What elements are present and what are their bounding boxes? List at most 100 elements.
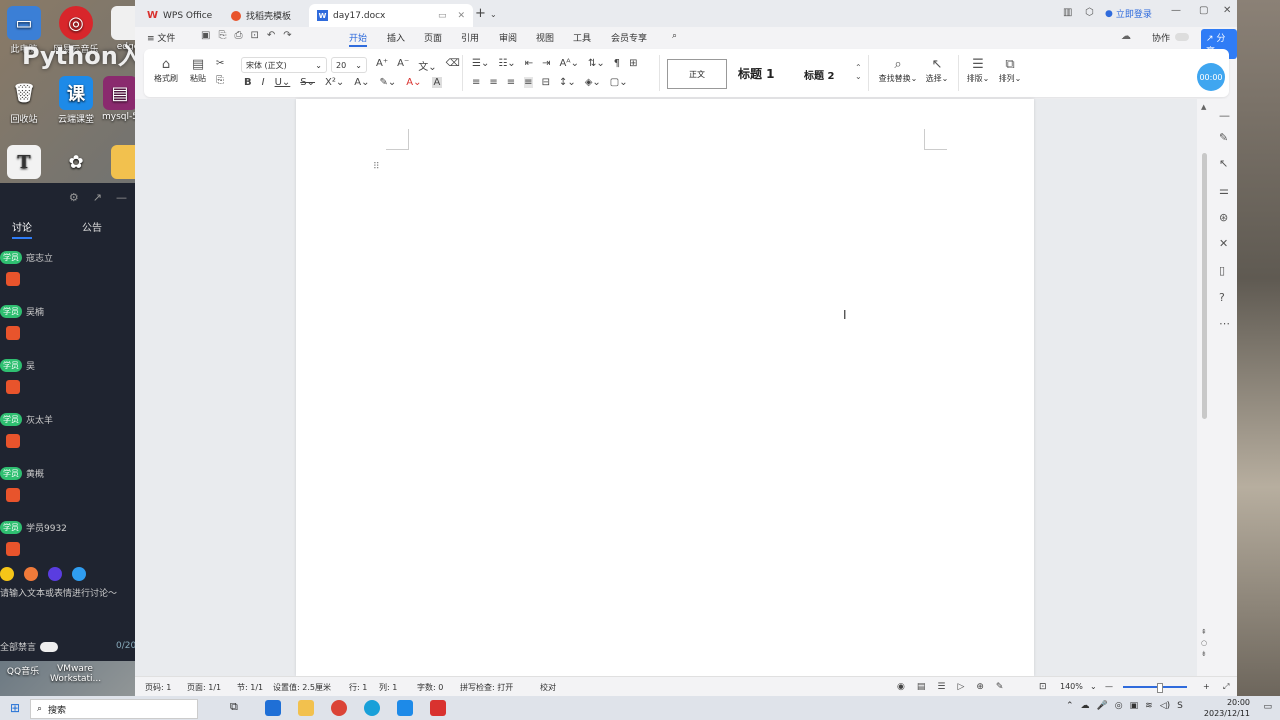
menu-page[interactable]: 页面 bbox=[424, 31, 442, 44]
tab-notice[interactable]: 公告 bbox=[82, 219, 102, 239]
edge-icon[interactable] bbox=[364, 700, 380, 716]
bolt-icon[interactable] bbox=[48, 567, 62, 581]
page-view-icon[interactable]: ▤ bbox=[917, 682, 926, 692]
desktop-icon-typora[interactable]: T bbox=[0, 145, 50, 181]
numbered-list-icon[interactable]: ☷⌄ bbox=[498, 58, 515, 69]
play-icon[interactable]: ▷ bbox=[957, 682, 964, 692]
tab-document[interactable]: W day17.docx ▭ ✕ bbox=[309, 4, 473, 27]
styles-more-icon[interactable]: ⌃ ⌄ bbox=[855, 63, 862, 81]
drag-handle-icon[interactable]: ⠿ bbox=[373, 162, 380, 172]
layout-icon[interactable]: ▥ bbox=[1063, 7, 1072, 18]
cut-icon[interactable]: ✂ bbox=[216, 58, 224, 69]
fit-icon[interactable]: ⊡ bbox=[1039, 682, 1047, 692]
select-button[interactable]: ↖ 选择⌄ bbox=[922, 57, 952, 84]
font-size-select[interactable]: 20 ⌄ bbox=[331, 57, 367, 73]
style-normal[interactable]: 正文 bbox=[667, 59, 727, 89]
file-explorer-icon[interactable] bbox=[298, 700, 314, 716]
phonetic-icon[interactable]: 文⌄ bbox=[418, 58, 436, 73]
document-page[interactable]: ⠿ I bbox=[296, 99, 1034, 676]
menu-references[interactable]: 引用 bbox=[461, 31, 479, 44]
underline-icon[interactable]: U⌄ bbox=[275, 77, 291, 88]
desktop-icon-qqmusic[interactable]: QQ音乐 bbox=[0, 664, 46, 677]
shading-icon[interactable]: ◈⌄ bbox=[585, 77, 601, 88]
taskbar-search[interactable]: ⌕ 搜索 bbox=[30, 699, 198, 719]
login-button[interactable]: ● 立即登录 bbox=[1105, 7, 1152, 21]
outline-view-icon[interactable]: ☰ bbox=[937, 682, 945, 692]
minimize-window-icon[interactable]: — bbox=[1171, 5, 1181, 16]
cube-icon[interactable]: ⬡ bbox=[1085, 7, 1094, 18]
menu-review[interactable]: 审阅 bbox=[499, 31, 517, 44]
print-icon[interactable]: ⎙ bbox=[234, 30, 242, 41]
bold-icon[interactable]: B bbox=[244, 77, 252, 88]
redo-icon[interactable]: ↷ bbox=[283, 30, 291, 41]
font-shrink-icon[interactable]: A⁻ bbox=[397, 58, 409, 73]
text-direction-icon[interactable]: Aᴬ⌄ bbox=[559, 58, 579, 69]
collab-button[interactable]: 协作 bbox=[1152, 31, 1170, 44]
status-section[interactable]: 节: 1/1 bbox=[237, 682, 263, 693]
export-icon[interactable]: ⎘ bbox=[218, 30, 226, 41]
align-left-icon[interactable]: ≡ bbox=[472, 77, 480, 88]
font-family-select[interactable]: 宋体 (正文) ⌄ bbox=[241, 57, 327, 73]
menu-home[interactable]: 开始 bbox=[349, 31, 368, 47]
distribute-icon[interactable]: ⊟ bbox=[542, 77, 550, 88]
desktop-icon-app[interactable]: ✿ bbox=[50, 145, 102, 181]
flower-icon[interactable] bbox=[24, 567, 38, 581]
paste-button[interactable]: ▤ 粘贴 bbox=[184, 57, 212, 84]
text-effect-icon[interactable]: A⌄ bbox=[354, 77, 369, 88]
toggle-switch[interactable] bbox=[40, 641, 59, 652]
font-grow-icon[interactable]: A⁺ bbox=[376, 58, 388, 73]
desktop-icon-vmware[interactable]: VMware Workstati... bbox=[50, 664, 101, 684]
ai-icon[interactable]: ⊛ bbox=[1219, 211, 1228, 224]
task-view-icon[interactable]: ⧉ bbox=[230, 700, 246, 716]
status-spell-check[interactable]: 拼写检查: 打开 bbox=[460, 682, 513, 693]
notification-icon[interactable]: ▭ bbox=[1263, 702, 1272, 712]
book-icon[interactable]: ▯ bbox=[1219, 264, 1225, 277]
menu-member[interactable]: 会员专享 bbox=[611, 31, 647, 44]
select-cursor-icon[interactable]: ↖ bbox=[1219, 157, 1228, 170]
tab-docer-templates[interactable]: 找稻壳模板 bbox=[223, 4, 315, 27]
copy-icon[interactable]: ⎘ bbox=[216, 75, 224, 86]
chat-input[interactable]: 请输入文本或表情进行讨论～ bbox=[0, 586, 117, 599]
help-icon[interactable]: ? bbox=[1219, 291, 1225, 304]
clear-format-icon[interactable]: ⌫ bbox=[446, 58, 460, 73]
border-icon[interactable]: ▢⌄ bbox=[610, 77, 628, 88]
tools-icon[interactable]: ✕ bbox=[1219, 237, 1228, 250]
desktop-icon-recycle-bin[interactable]: 🗑 回收站 bbox=[0, 76, 50, 126]
collab-toggle[interactable] bbox=[1175, 33, 1189, 41]
page-nav-icon[interactable]: ⇞ ○ ⇟ bbox=[1201, 627, 1207, 660]
tab-wps-office[interactable]: W WPS Office bbox=[139, 4, 231, 27]
volume-icon[interactable]: ◁) bbox=[1160, 701, 1170, 711]
sort-icon[interactable]: ⇅⌄ bbox=[588, 58, 605, 69]
align-right-icon[interactable]: ≡ bbox=[507, 77, 515, 88]
chevron-up-icon[interactable]: ⌃ bbox=[1066, 701, 1074, 711]
increase-indent-icon[interactable]: ⇥ bbox=[542, 58, 550, 69]
menu-tools[interactable]: 工具 bbox=[573, 31, 591, 44]
app-tray-icon[interactable]: ▣ bbox=[1130, 701, 1139, 711]
tab-discussion[interactable]: 讨论 bbox=[12, 219, 32, 239]
font-color-icon[interactable]: A⌄ bbox=[406, 77, 421, 88]
status-setting[interactable]: 设置值: 2.5厘米 bbox=[273, 682, 331, 693]
eye-icon[interactable]: ◉ bbox=[897, 682, 905, 692]
chrome-icon[interactable] bbox=[331, 700, 347, 716]
more-icon[interactable]: ⋯ bbox=[1219, 317, 1230, 330]
zoom-slider-handle[interactable] bbox=[1157, 683, 1163, 693]
mute-all-toggle[interactable]: 全部禁言 bbox=[0, 640, 59, 653]
undo-icon[interactable]: ↶ bbox=[267, 30, 275, 41]
close-tab-icon[interactable]: ✕ bbox=[457, 11, 465, 21]
typeset-button[interactable]: ☰ 排版⌄ bbox=[964, 57, 992, 84]
char-shading-icon[interactable]: A bbox=[431, 77, 443, 88]
italic-icon[interactable]: I bbox=[262, 77, 265, 88]
zoom-in-icon[interactable]: + bbox=[1203, 682, 1210, 691]
mic-icon[interactable]: 🎤 bbox=[1097, 701, 1108, 711]
show-marks-icon[interactable]: ¶ bbox=[614, 58, 620, 69]
wifi-icon[interactable]: ≋ bbox=[1145, 701, 1153, 711]
popout-icon[interactable]: ↗ bbox=[93, 191, 102, 204]
menu-file[interactable]: ≡ 文件 bbox=[147, 31, 175, 44]
search-icon[interactable]: ⌕ bbox=[672, 31, 677, 41]
superscript-icon[interactable]: X²⌄ bbox=[325, 77, 344, 88]
zoom-level[interactable]: 140% bbox=[1060, 682, 1083, 691]
decrease-indent-icon[interactable]: ⇤ bbox=[525, 58, 533, 69]
menu-insert[interactable]: 插入 bbox=[387, 31, 405, 44]
save-icon[interactable]: ▣ bbox=[201, 30, 210, 41]
cloud-tray-icon[interactable]: ☁ bbox=[1081, 701, 1090, 711]
